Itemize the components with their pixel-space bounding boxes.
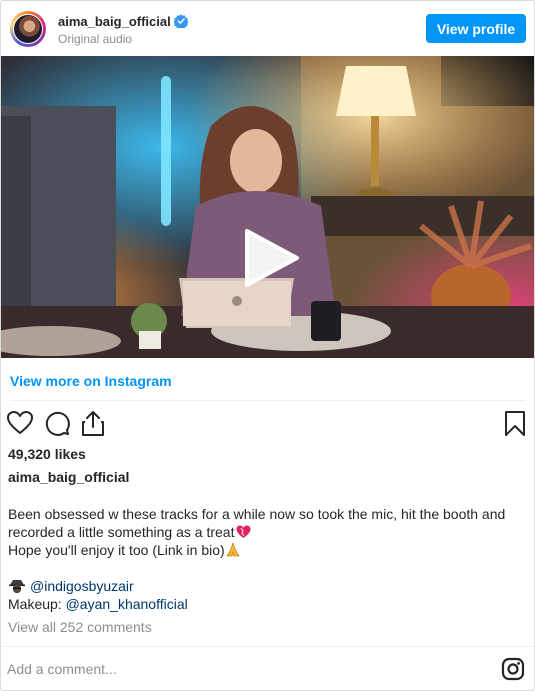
share-icon[interactable] — [79, 409, 107, 437]
username[interactable]: aima_baig_official — [58, 14, 171, 29]
caption-line-1: Been obsessed w these tracks for a while… — [8, 506, 506, 522]
detective-emoji-icon — [9, 580, 25, 594]
play-icon[interactable] — [239, 227, 301, 289]
action-bar — [1, 409, 534, 439]
caption-username[interactable]: aima_baig_official — [8, 469, 129, 485]
caption-credit-2: Makeup: @ayan_khanofficial — [8, 595, 523, 613]
comment-icon[interactable] — [43, 409, 71, 437]
view-profile-button[interactable]: View profile — [426, 14, 526, 43]
caption-text: Been obsessed w these tracks for a while… — [8, 505, 523, 613]
caption-line-2: recorded a little something as a treat — [8, 523, 523, 541]
makeup-label: Makeup: — [8, 596, 66, 612]
pray-emoji-icon — [225, 542, 240, 557]
avatar[interactable] — [10, 11, 46, 47]
like-count[interactable]: 49,320 likes — [8, 446, 86, 462]
divider — [10, 400, 525, 401]
mention-link[interactable]: @ayan_khanofficial — [66, 596, 188, 612]
bookmark-icon[interactable] — [501, 409, 529, 437]
caption-line-3: Hope you'll enjoy it too (Link in bio) — [8, 541, 523, 559]
video-player[interactable] — [1, 56, 534, 358]
verified-badge-icon — [174, 14, 188, 28]
comment-bar — [1, 646, 534, 690]
heart-emoji-icon — [236, 525, 251, 538]
caption-line-2-text: recorded a little something as a treat — [8, 524, 235, 540]
view-all-comments-link[interactable]: View all 252 comments — [8, 619, 152, 635]
post-header: aima_baig_official Original audio View p… — [1, 1, 534, 55]
instagram-logo-icon[interactable] — [501, 657, 525, 681]
view-more-link[interactable]: View more on Instagram — [10, 373, 172, 389]
caption-credit-1: @indigosbyuzair — [8, 577, 523, 595]
heart-icon[interactable] — [6, 409, 34, 437]
audio-subtitle[interactable]: Original audio — [58, 32, 132, 46]
video-thumbnail — [1, 56, 534, 358]
comment-input[interactable] — [7, 659, 447, 679]
caption-line-3-text: Hope you'll enjoy it too (Link in bio) — [8, 542, 225, 558]
instagram-embed-card: aima_baig_official Original audio View p… — [0, 0, 535, 691]
mention-link[interactable]: @indigosbyuzair — [30, 578, 134, 594]
avatar-image — [13, 14, 43, 44]
